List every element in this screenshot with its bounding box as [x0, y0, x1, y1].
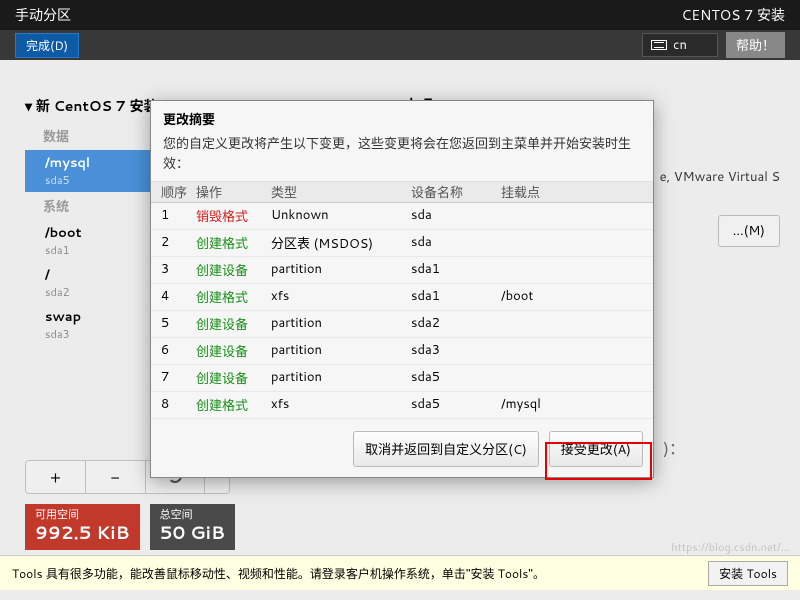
table-row[interactable]: 2创建格式分区表 (MSDOS)sda: [151, 230, 653, 257]
done-button[interactable]: 完成(D): [15, 33, 79, 58]
remove-button[interactable]: −: [86, 461, 146, 493]
available-value: 992.5 KiB: [35, 521, 130, 544]
table-row[interactable]: 5创建设备partitionsda2: [151, 311, 653, 338]
cancel-button[interactable]: 取消并返回到自定义分区(C): [353, 431, 539, 467]
col-mount: 挂载点: [501, 182, 653, 202]
available-space: 可用空间 992.5 KiB: [25, 504, 140, 550]
brand: CENTOS 7 安装: [681, 5, 785, 25]
col-type: 类型: [271, 182, 411, 202]
summary-dialog: 更改摘要 您的自定义更改将产生以下变更，这些变更将会在您返回到主菜单并开始安装时…: [150, 100, 654, 478]
info-text: Tools 具有很多功能，能改善鼠标移动性、视频和性能。请登录客户机操作系统，单…: [12, 565, 545, 582]
table-row[interactable]: 3创建设备partitionsda1: [151, 257, 653, 284]
table-row[interactable]: 7创建设备partitionsda5: [151, 365, 653, 392]
keyboard-indicator[interactable]: cn: [642, 33, 718, 57]
device-info: e, VMware Virtual S: [660, 168, 780, 186]
dialog-title: 更改摘要: [151, 101, 653, 131]
table-row[interactable]: 1销毁格式Unknownsda: [151, 203, 653, 230]
page-title: 手动分区: [15, 5, 71, 25]
watermark: https://blog.csdn.net/...: [671, 539, 790, 555]
install-tools-button[interactable]: 安装 Tools: [708, 561, 788, 586]
field-fragment: )：: [663, 435, 685, 460]
table-row[interactable]: 6创建设备partitionsda3: [151, 338, 653, 365]
table-header: 顺序 操作 类型 设备名称 挂载点: [151, 181, 653, 203]
col-device: 设备名称: [411, 182, 501, 202]
total-value: 50 GiB: [160, 521, 225, 544]
keyboard-layout: cn: [673, 36, 687, 54]
total-space: 总空间 50 GiB: [150, 504, 235, 550]
col-operation: 操作: [196, 182, 271, 202]
help-button[interactable]: 帮助！: [726, 32, 785, 58]
info-bar: Tools 具有很多功能，能改善鼠标移动性、视频和性能。请登录客户机操作系统，单…: [0, 555, 800, 590]
configure-button[interactable]: ...(M): [718, 215, 780, 247]
table-body[interactable]: 1销毁格式Unknownsda2创建格式分区表 (MSDOS)sda3创建设备p…: [151, 203, 653, 421]
table-row[interactable]: 8创建格式xfssda5/mysql: [151, 392, 653, 419]
col-order: 顺序: [151, 182, 196, 202]
keyboard-icon: [651, 40, 667, 50]
accept-button[interactable]: 接受更改(A): [549, 431, 643, 467]
table-row[interactable]: 4创建格式xfssda1/boot: [151, 284, 653, 311]
add-button[interactable]: +: [26, 461, 86, 493]
space-summary: 可用空间 992.5 KiB 总空间 50 GiB: [25, 504, 235, 550]
dialog-subtitle: 您的自定义更改将产生以下变更，这些变更将会在您返回到主菜单并开始安装时生效：: [151, 131, 653, 181]
